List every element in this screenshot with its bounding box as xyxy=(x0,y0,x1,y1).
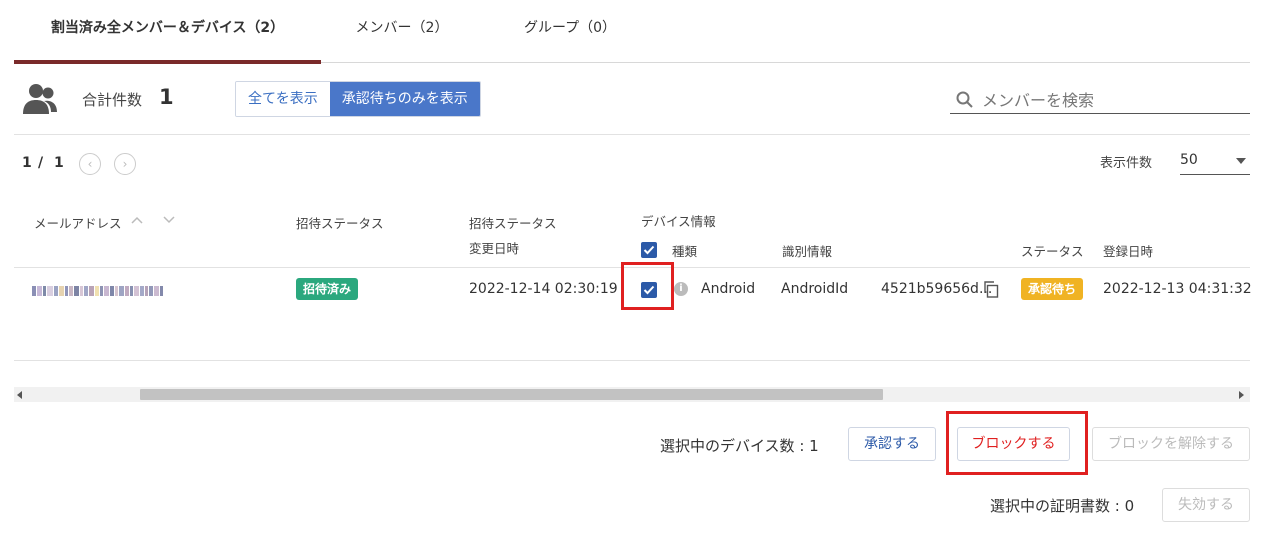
search-icon xyxy=(956,91,973,108)
table-bottom-divider xyxy=(14,360,1250,361)
scrollbar-thumb[interactable] xyxy=(140,389,883,400)
highlight-row-checkbox xyxy=(621,262,674,310)
active-tab-indicator xyxy=(14,60,321,64)
header-identifier: 識別情報 xyxy=(782,244,833,259)
header-device-status: ステータス xyxy=(1021,244,1084,259)
total-count-label: 合計件数 xyxy=(82,91,143,109)
total-count-value: 1 xyxy=(159,85,174,109)
approve-button[interactable]: 承認する xyxy=(848,427,936,461)
unblock-button[interactable]: ブロックを解除する xyxy=(1092,427,1250,461)
users-icon xyxy=(22,82,58,116)
selected-certificates-count: 選択中の証明書数 : 0 xyxy=(990,497,1135,515)
revoke-button[interactable]: 失効する xyxy=(1162,488,1250,522)
scroll-right-icon[interactable] xyxy=(1239,391,1245,399)
info-icon[interactable]: i xyxy=(674,282,688,296)
pagination-separator: / xyxy=(38,155,44,171)
select-all-devices-checkbox[interactable] xyxy=(641,242,657,258)
header-registered-at: 登録日時 xyxy=(1103,244,1154,259)
header-invite-status-changed-line1: 招待ステータス xyxy=(469,216,557,231)
show-all-button[interactable]: 全てを表示 xyxy=(236,82,330,116)
invite-status-badge: 招待済み xyxy=(296,278,359,300)
search-input[interactable]: メンバーを検索 xyxy=(950,83,1250,114)
toolbar-divider xyxy=(14,134,1250,135)
sort-desc-icon[interactable] xyxy=(163,216,175,224)
pagination-total: 1 xyxy=(54,155,64,171)
redacted-email xyxy=(32,286,164,296)
identifier-type: AndroidId xyxy=(781,281,849,297)
show-pending-only-button[interactable]: 承認待ちのみを表示 xyxy=(329,82,480,116)
search-placeholder: メンバーを検索 xyxy=(982,91,1095,110)
page-size-select[interactable]: 50 xyxy=(1180,150,1250,175)
pagination-current: 1 xyxy=(22,155,32,171)
device-status-badge: 承認待ち xyxy=(1021,278,1084,300)
selected-devices-count: 選択中のデバイス数 : 1 xyxy=(660,437,819,455)
scroll-left-icon[interactable] xyxy=(17,391,23,399)
header-invite-status-changed-line2: 変更日時 xyxy=(469,241,520,256)
highlight-block-button xyxy=(946,411,1088,475)
header-device-info: デバイス情報 xyxy=(641,214,716,229)
registered-at: 2022-12-13 04:31:32 xyxy=(1103,281,1252,297)
tab-members[interactable]: メンバー（2） xyxy=(340,14,464,62)
tab-groups[interactable]: グループ（0） xyxy=(508,14,632,62)
caret-down-icon xyxy=(1236,158,1246,164)
page-size-label: 表示件数 xyxy=(1100,156,1153,171)
header-device-type: 種類 xyxy=(672,244,698,259)
header-invite-status: 招待ステータス xyxy=(296,216,384,231)
next-page-button[interactable]: › xyxy=(114,153,136,175)
tab-all-members-devices[interactable]: 割当済み全メンバー＆デバイス（2） xyxy=(14,14,321,62)
filter-segmented-control: 全てを表示 承認待ちのみを表示 xyxy=(235,81,481,117)
prev-page-button[interactable]: ‹ xyxy=(79,153,101,175)
sort-asc-icon[interactable] xyxy=(131,216,143,224)
invite-changed-at: 2022-12-14 02:30:19 xyxy=(469,281,618,297)
copy-icon[interactable] xyxy=(983,281,999,298)
header-email[interactable]: メールアドレス xyxy=(34,213,122,232)
page-size-value: 50 xyxy=(1180,152,1198,168)
identifier-value: 4521b59656d... xyxy=(881,281,993,297)
device-type: Android xyxy=(701,281,756,297)
